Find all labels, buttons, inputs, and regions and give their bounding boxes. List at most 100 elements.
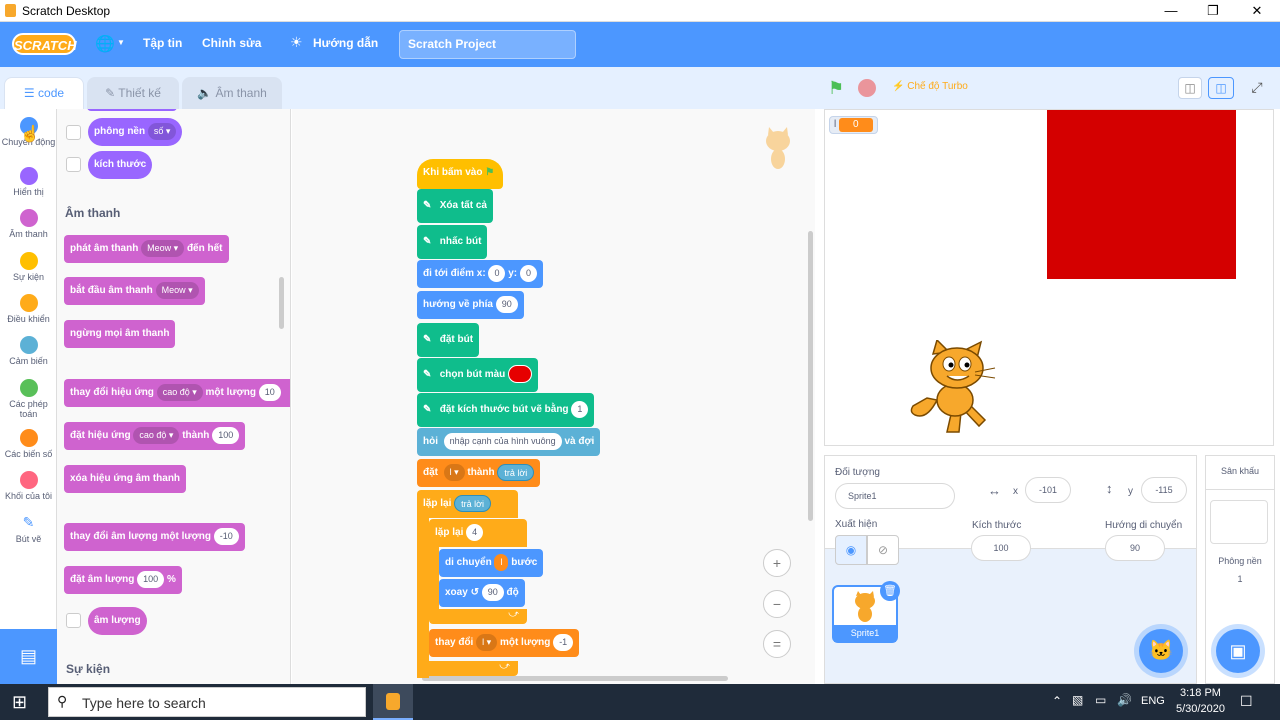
file-menu[interactable]: Tập tin bbox=[143, 36, 182, 50]
tray-volume-icon[interactable]: 🔊 bbox=[1117, 693, 1132, 707]
backdrop-thumbnail[interactable] bbox=[1210, 500, 1268, 544]
cat-sprite[interactable] bbox=[907, 340, 1001, 436]
large-stage-button[interactable]: ◫ bbox=[1208, 77, 1234, 99]
zoom-reset-button[interactable]: = bbox=[763, 630, 791, 658]
size-input[interactable]: 100 bbox=[971, 535, 1031, 561]
block-set-pen-color[interactable]: ✎ chọn bút màu bbox=[417, 358, 539, 392]
maximize-button[interactable]: ❐ bbox=[1190, 0, 1236, 22]
fullscreen-button[interactable]: ⤢ bbox=[1245, 77, 1269, 99]
category-9[interactable]: ✎ Bút vẽ bbox=[0, 514, 57, 544]
add-extension-button[interactable]: ▤ bbox=[0, 629, 57, 684]
scratch-taskbar-app[interactable] bbox=[373, 684, 413, 720]
brush-icon: ✎ bbox=[105, 86, 116, 100]
direction-input[interactable]: 90 bbox=[1105, 535, 1165, 561]
tray-battery-icon[interactable]: ▧ bbox=[1072, 693, 1083, 707]
volume-checkbox[interactable] bbox=[66, 613, 81, 628]
tray-time[interactable]: 3:18 PM bbox=[1180, 687, 1221, 699]
block-size[interactable]: kích thước bbox=[88, 151, 153, 179]
block-erase-all[interactable]: ✎ Xóa tất cả bbox=[417, 189, 493, 223]
tutorials-menu[interactable]: Hướng dẫn bbox=[313, 36, 378, 50]
y-input[interactable]: -115 bbox=[1141, 477, 1187, 503]
block-change-effect[interactable]: thay đổi hiệu ứng cao độ ▾ một lượng 10 bbox=[64, 379, 290, 407]
category-dot-icon: ✎ bbox=[22, 514, 35, 530]
block-backdrop-number[interactable]: phông nền số ▾ bbox=[88, 118, 183, 146]
scratch-logo[interactable]: SCRATCH bbox=[12, 33, 77, 55]
category-3[interactable]: Sự kiện bbox=[0, 252, 57, 282]
category-dot-icon bbox=[19, 471, 38, 489]
block-point-in-direction[interactable]: hướng về phía 90 bbox=[417, 291, 524, 319]
zoom-out-button[interactable]: − bbox=[763, 590, 791, 618]
repeat-outer-end: ⤻ bbox=[417, 661, 518, 676]
tray-language[interactable]: ENG bbox=[1141, 695, 1165, 707]
palette-block-partial[interactable] bbox=[87, 109, 177, 111]
tray-network-icon[interactable]: ▭ bbox=[1095, 693, 1106, 707]
block-when-flag-clicked[interactable]: Khi bấm vào ⚑ bbox=[417, 159, 503, 189]
category-1[interactable]: Hiển thị bbox=[0, 167, 57, 197]
small-stage-button[interactable]: ◫ bbox=[1178, 77, 1202, 99]
category-4[interactable]: Điều khiển bbox=[0, 294, 57, 324]
block-volume[interactable]: âm lượng bbox=[88, 607, 147, 635]
show-sprite-button[interactable]: ◉ bbox=[835, 535, 867, 565]
block-change-variable[interactable]: thay đổi l ▾ một lượng -1 bbox=[429, 629, 580, 657]
stage-canvas[interactable]: l 0 bbox=[824, 109, 1274, 446]
block-pen-up[interactable]: ✎ nhấc bút bbox=[417, 225, 488, 259]
category-5[interactable]: Cảm biến bbox=[0, 336, 57, 366]
block-repeat-outer[interactable]: lặp lại trả lời bbox=[417, 490, 518, 518]
globe-icon[interactable]: 🌐 bbox=[95, 34, 115, 54]
project-title-input[interactable]: Scratch Project bbox=[399, 30, 576, 59]
tab-sounds[interactable]: 🔈 Âm thanh bbox=[182, 77, 282, 109]
block-start-sound[interactable]: bắt đầu âm thanh Meow ▾ bbox=[64, 277, 205, 305]
category-6[interactable]: Các phép toán bbox=[0, 379, 57, 419]
x-input[interactable]: -101 bbox=[1025, 477, 1071, 503]
block-stop-all-sounds[interactable]: ngừng mọi âm thanh bbox=[64, 320, 176, 348]
zoom-in-button[interactable]: + bbox=[763, 549, 791, 577]
block-set-effect[interactable]: đặt hiệu ứng cao độ ▾ thành 100 bbox=[64, 422, 246, 450]
category-7[interactable]: Các biến số bbox=[0, 429, 57, 459]
category-2[interactable]: Âm thanh bbox=[0, 209, 57, 239]
tab-code[interactable]: ☰ code bbox=[4, 77, 84, 109]
add-backdrop-button[interactable]: ▣ bbox=[1216, 629, 1260, 673]
green-flag-button[interactable]: ⚑ bbox=[828, 78, 844, 99]
windows-taskbar: ⊞ ⚲ Type here to search ⌃ ▧ ▭ 🔊 ENG 3:18… bbox=[0, 684, 1280, 720]
size-checkbox[interactable] bbox=[66, 157, 81, 172]
tab-costumes[interactable]: ✎ Thiết kế bbox=[87, 77, 179, 109]
block-set-variable[interactable]: đặt l ▾ thành trả lời bbox=[417, 459, 541, 487]
sprite-name-input[interactable]: Sprite1 bbox=[835, 483, 955, 509]
workspace-hscrollbar[interactable] bbox=[422, 676, 728, 681]
block-move-steps[interactable]: di chuyển l bước bbox=[439, 549, 544, 577]
workspace-vscrollbar[interactable] bbox=[808, 231, 813, 521]
block-ask-and-wait[interactable]: hỏi nhập cạnh của hình vuông và đợi bbox=[417, 428, 601, 456]
block-pen-down[interactable]: ✎ đặt bút bbox=[417, 323, 480, 357]
category-8[interactable]: Khối của tôi bbox=[0, 471, 57, 501]
palette-scrollbar[interactable] bbox=[279, 277, 284, 329]
backdrops-label: Phông nền bbox=[1218, 556, 1262, 566]
category-label: Hiển thị bbox=[13, 187, 44, 197]
block-set-pen-size[interactable]: ✎ đặt kích thước bút vẽ bằng 1 bbox=[417, 393, 595, 427]
block-clear-sound-effects[interactable]: xóa hiệu ứng âm thanh bbox=[64, 465, 187, 493]
notifications-icon[interactable]: ☐ bbox=[1240, 693, 1253, 710]
delete-sprite-icon[interactable]: 🗑 bbox=[880, 581, 900, 601]
backdrops-count: 1 bbox=[1237, 574, 1243, 584]
block-turn-degrees[interactable]: xoay ↺ 90 độ bbox=[439, 579, 525, 607]
hide-sprite-button[interactable]: ⊘ bbox=[867, 535, 899, 565]
variable-monitor-value: 0 bbox=[839, 118, 873, 132]
block-play-sound-until-done[interactable]: phát âm thanh Meow ▾ đến hết bbox=[64, 235, 229, 263]
block-change-volume[interactable]: thay đổi âm lượng một lượng -10 bbox=[64, 523, 245, 551]
taskbar-search-box[interactable]: ⚲ Type here to search bbox=[48, 687, 366, 717]
edit-menu[interactable]: Chỉnh sửa bbox=[202, 36, 261, 50]
stage-selector-panel[interactable]: Sân khấu Phông nền 1 ▣ bbox=[1205, 455, 1275, 684]
block-repeat-inner[interactable]: lặp lại 4 bbox=[429, 519, 527, 547]
windows-start-icon[interactable]: ⊞ bbox=[12, 692, 27, 713]
close-button[interactable]: ✕ bbox=[1234, 0, 1280, 22]
block-set-volume[interactable]: đặt âm lượng 100 % bbox=[64, 566, 182, 594]
tray-date[interactable]: 5/30/2020 bbox=[1176, 703, 1225, 715]
minimize-button[interactable]: — bbox=[1148, 0, 1194, 22]
block-goto-xy[interactable]: đi tới điểm x: 0 y: 0 bbox=[417, 260, 543, 288]
stop-button[interactable] bbox=[858, 79, 876, 97]
backdrop-checkbox[interactable] bbox=[66, 125, 81, 140]
add-sprite-button[interactable]: 🐱 bbox=[1139, 629, 1183, 673]
script-workspace[interactable]: + − = Khi bấm vào ⚑ ✎ Xóa tất cả ✎ nhấc … bbox=[292, 109, 815, 684]
tray-chevron-icon[interactable]: ⌃ bbox=[1052, 694, 1062, 708]
pen-color-swatch[interactable] bbox=[508, 365, 533, 384]
turbo-mode-indicator: ⚡ Chế độ Turbo bbox=[892, 81, 968, 92]
